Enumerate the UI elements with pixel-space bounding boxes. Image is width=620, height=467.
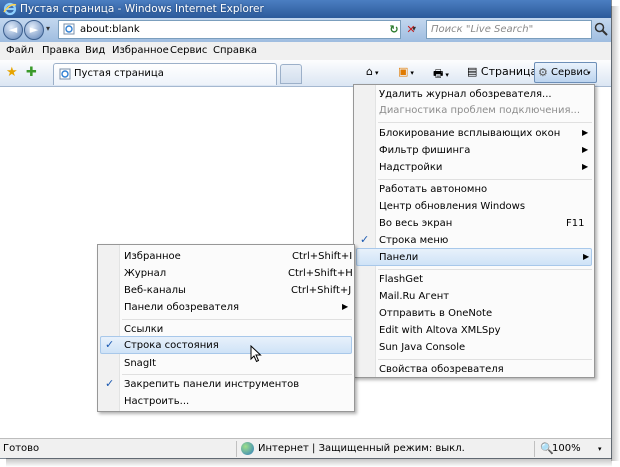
security-zone[interactable]: Интернет | Защищенный режим: выкл. — [258, 443, 465, 454]
menu-item-toolbars[interactable]: Панели ▶ — [356, 248, 592, 266]
search-input[interactable]: Поиск "Live Search" — [431, 24, 533, 35]
tab-label: Пустая страница — [74, 68, 164, 79]
menu-favorites[interactable]: Избранное — [112, 45, 169, 56]
menu-view[interactable]: Вид — [85, 45, 105, 56]
menu-file[interactable]: Файл — [6, 45, 34, 56]
history-dropdown-icon[interactable]: ▾ — [46, 24, 50, 33]
print-icon[interactable]: 🖶 ▾ — [433, 65, 449, 84]
chevron-down-icon: ▾ — [587, 69, 591, 77]
navigation-bar: ◄ ► ▾ about:blank ▾ ↻ ✕ Поиск "Live Sear… — [0, 18, 611, 42]
feeds-icon[interactable]: ▣ ▾ — [398, 65, 414, 78]
menu-item-full-screen[interactable]: Во весь экран F11 — [379, 215, 591, 232]
search-box[interactable]: Поиск "Live Search" — [426, 20, 592, 39]
address-bar[interactable]: about:blank ▾ — [58, 20, 416, 39]
checkmark-icon: ✓ — [360, 233, 370, 246]
tools-menu-button[interactable]: ⚙ Сервис ▾ — [534, 62, 597, 83]
menu-item-menu-bar[interactable]: Строка меню — [379, 232, 591, 249]
menu-help[interactable]: Справка — [213, 45, 257, 56]
ie-page-icon — [59, 68, 71, 80]
add-favorites-icon[interactable]: ✚ — [26, 65, 37, 80]
new-tab-button[interactable] — [280, 64, 302, 84]
menu-item-addons[interactable]: Надстройки ▶ — [379, 159, 591, 176]
favorites-star-icon[interactable]: ★ — [6, 65, 18, 80]
menu-bar: Файл Правка Вид Избранное Сервис Справка — [0, 42, 611, 61]
menu-item-lock-toolbars[interactable]: Закрепить панели инструментов — [124, 376, 352, 393]
address-input[interactable]: about:blank — [80, 24, 140, 35]
menu-item-phishing-filter[interactable]: Фильтр фишинга ▶ — [379, 142, 591, 159]
gear-icon: ⚙ — [538, 66, 548, 79]
status-separator — [534, 441, 535, 457]
menu-separator — [378, 359, 592, 360]
title-bar: Пустая страница - Windows Internet Explo… — [0, 0, 611, 18]
submenu-arrow-icon: ▶ — [582, 145, 589, 154]
tab-blank-page[interactable]: Пустая страница — [53, 63, 277, 85]
home-icon[interactable]: ⌂ ▾ — [366, 65, 379, 78]
submenu-arrow-icon: ▶ — [582, 162, 589, 171]
tools-menu: Удалить журнал обозревателя... Диагности… — [353, 84, 595, 378]
menu-separator — [378, 269, 592, 270]
menu-item-favorites[interactable]: Избранное Ctrl+Shift+I — [124, 248, 352, 265]
menu-separator — [378, 122, 592, 123]
status-text: Готово — [3, 443, 40, 454]
menu-separator — [122, 319, 352, 320]
menu-item-windows-update[interactable]: Центр обновления Windows — [379, 198, 591, 215]
menu-item-sun-java-console[interactable]: Sun Java Console — [379, 339, 591, 356]
submenu-arrow-icon: ▶ — [583, 252, 590, 261]
zoom-dropdown-icon[interactable]: ▾ — [598, 445, 602, 453]
page-menu-button[interactable]: ▤ Страница▾ — [467, 65, 543, 78]
checkmark-icon: ✓ — [105, 338, 115, 351]
shortcut-label: Ctrl+Shift+J — [291, 285, 352, 296]
toolbars-submenu: Избранное Ctrl+Shift+I Журнал Ctrl+Shift+H… — [97, 244, 355, 412]
status-separator — [236, 441, 237, 457]
ie-logo-icon — [3, 2, 17, 16]
menu-item-status-bar[interactable]: Строка состояния — [100, 336, 352, 354]
mouse-cursor-icon — [250, 345, 262, 363]
ie-page-icon — [63, 23, 75, 35]
menu-item-popup-blocker[interactable]: Блокирование всплывающих окон ▶ — [379, 125, 591, 142]
submenu-arrow-icon: ▶ — [342, 302, 349, 311]
menu-item-customize[interactable]: Настроить... — [124, 393, 352, 410]
submenu-arrow-icon: ▶ — [582, 128, 589, 137]
forward-arrow-icon: ► — [29, 23, 39, 36]
page-icon: ▤ — [467, 65, 478, 78]
status-bar: Готово Интернет | Защищенный режим: выкл… — [0, 438, 611, 458]
checkmark-icon: ✓ — [105, 377, 115, 390]
shortcut-label: Ctrl+Shift+I — [292, 251, 353, 262]
menu-item-delete-history[interactable]: Удалить журнал обозревателя... — [379, 86, 591, 103]
menu-item-history[interactable]: Журнал Ctrl+Shift+H — [124, 265, 353, 282]
shortcut-label: F11 — [566, 218, 585, 229]
menu-gutter — [354, 85, 376, 377]
menu-separator — [122, 374, 352, 375]
back-arrow-icon: ◄ — [8, 23, 18, 36]
menu-item-work-offline[interactable]: Работать автономно — [379, 181, 591, 198]
menu-item-snagit[interactable]: SnagIt — [124, 355, 352, 372]
menu-tools[interactable]: Сервис — [170, 45, 207, 56]
shortcut-label: Ctrl+Shift+H — [288, 268, 353, 279]
menu-item-altova-xmlspy[interactable]: Edit with Altova XMLSpy — [379, 322, 591, 339]
command-bar: ★ ✚ Пустая страница ⌂▾ ▣▾ 🖶▾ ▤ Страница▾… — [0, 60, 611, 87]
tools-menu-label: Сервис — [551, 67, 589, 78]
forward-button[interactable]: ► — [24, 20, 44, 40]
menu-edit[interactable]: Правка — [42, 45, 80, 56]
menu-item-send-onenote[interactable]: Отправить в OneNote — [379, 305, 591, 322]
window-title: Пустая страница - Windows Internet Explo… — [20, 3, 264, 15]
menu-item-diagnose: Диагностика проблем подключения... — [379, 105, 581, 116]
back-button[interactable]: ◄ — [3, 20, 23, 40]
zoom-level[interactable]: 100% — [552, 443, 581, 454]
menu-separator — [378, 179, 592, 180]
menu-item-feeds[interactable]: Веб-каналы Ctrl+Shift+J — [124, 282, 352, 299]
search-icon[interactable] — [593, 21, 609, 37]
internet-zone-icon — [241, 442, 254, 455]
menu-item-mailru-agent[interactable]: Mail.Ru Агент — [379, 288, 591, 305]
menu-item-internet-options[interactable]: Свойства обозревателя — [379, 361, 591, 378]
page-menu-label: Страница — [480, 65, 538, 78]
menu-item-flashget[interactable]: FlashGet — [379, 271, 591, 288]
window-shadow — [611, 6, 620, 461]
window-shadow — [6, 458, 612, 467]
menu-item-explorer-bars[interactable]: Панели обозревателя ▶ — [124, 299, 352, 316]
refresh-button[interactable]: ↻ — [386, 22, 402, 37]
stop-button[interactable]: ✕ — [403, 22, 419, 37]
